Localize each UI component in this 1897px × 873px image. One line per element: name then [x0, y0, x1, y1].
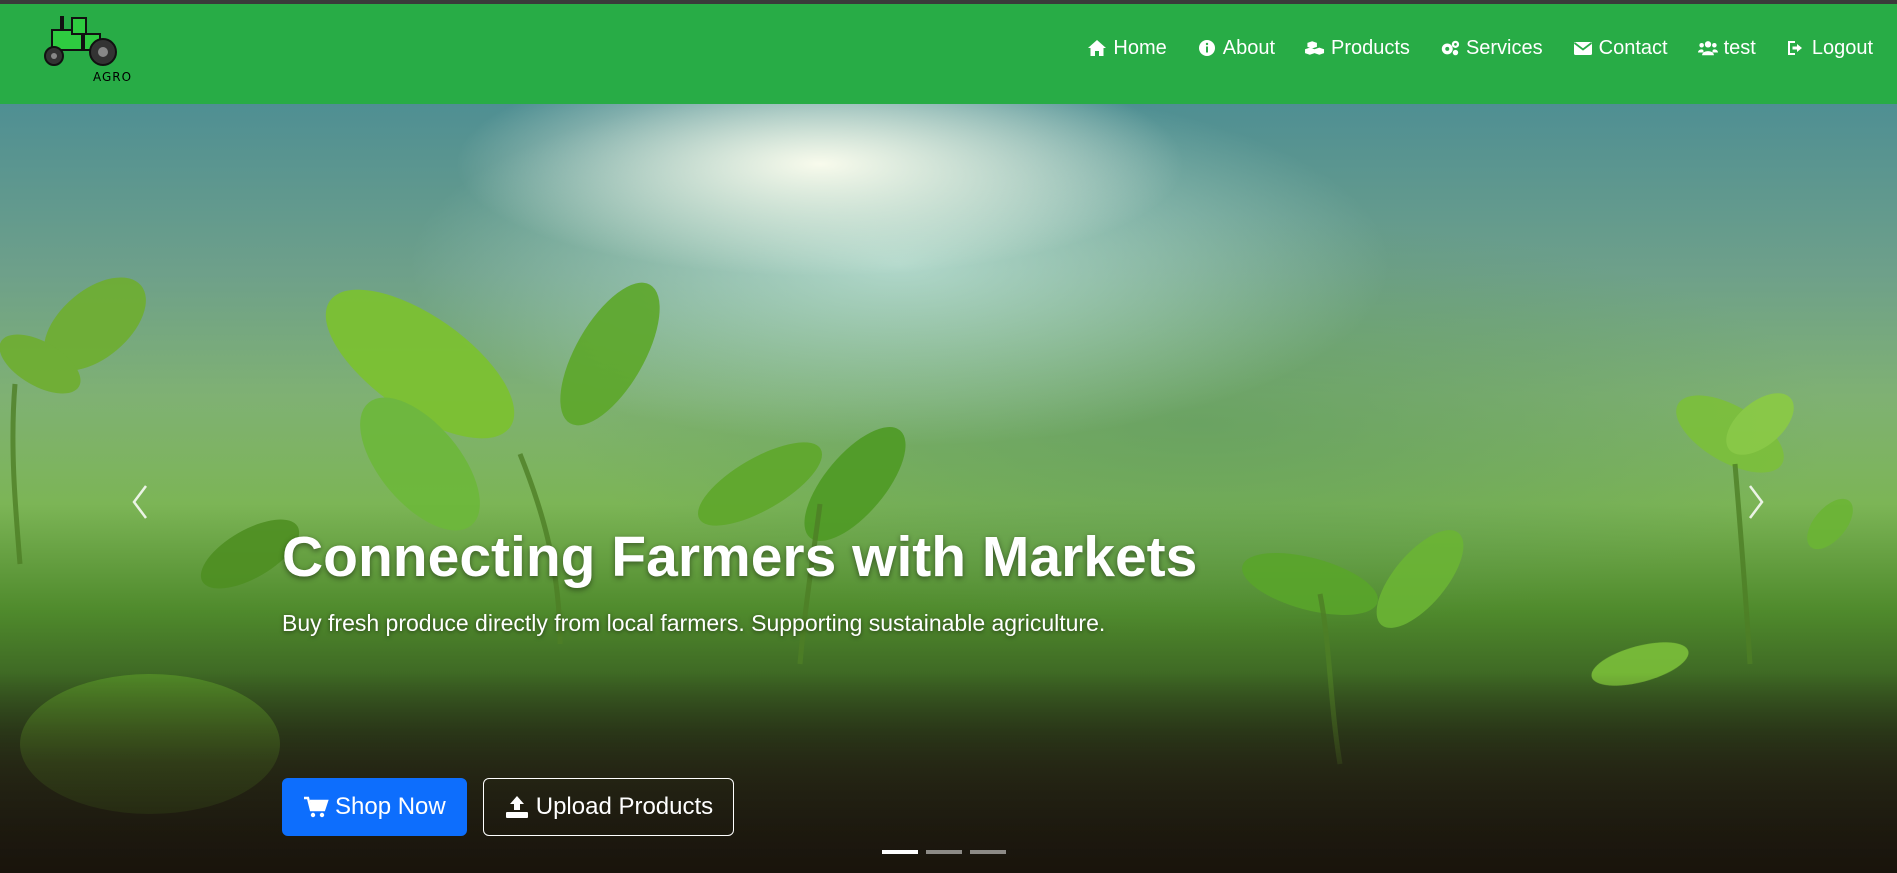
nav-label: Products [1331, 36, 1410, 59]
nav-item-products[interactable]: Products [1305, 37, 1410, 60]
main-nav: Home About Products Services Contact tes… [1087, 32, 1873, 64]
users-icon [1697, 41, 1718, 56]
nav-label: Logout [1811, 36, 1873, 59]
upload-products-button[interactable]: Upload Products [482, 778, 735, 836]
brand-logo-text: AGRO [93, 70, 133, 84]
nav-item-logout[interactable]: Logout [1786, 37, 1873, 60]
nav-label: Home [1113, 36, 1167, 59]
nav-item-home[interactable]: Home [1087, 36, 1167, 60]
hero-carousel [0, 104, 1897, 873]
nav-item-contact[interactable]: Contact [1573, 37, 1668, 60]
carousel-indicator-1[interactable] [882, 850, 918, 854]
chevron-left-icon [132, 485, 147, 519]
nav-label: Services [1465, 36, 1543, 59]
shop-now-button[interactable]: Shop Now [282, 778, 467, 836]
nav-item-services[interactable]: Services [1440, 37, 1543, 60]
tractor-icon [44, 16, 117, 66]
cart-icon [304, 796, 329, 818]
shop-now-label: Shop Now [335, 793, 446, 820]
nav-label: About [1222, 36, 1275, 59]
navbar: AGRO Home About Products Services Contac… [0, 4, 1897, 104]
cubes-icon [1305, 41, 1325, 55]
info-circle-icon [1198, 40, 1215, 56]
hero-subtitle: Buy fresh produce directly from local fa… [282, 610, 1106, 636]
hero-actions: Shop Now Upload Products [282, 778, 735, 836]
carousel-indicator-3[interactable] [970, 850, 1006, 854]
upload-products-label: Upload Products [535, 793, 714, 820]
chevron-right-icon [1749, 485, 1764, 519]
brand-logo[interactable]: AGRO [38, 12, 131, 84]
nav-label: test [1723, 36, 1756, 59]
sign-out-icon [1787, 41, 1802, 55]
carousel-next-button[interactable] [1736, 472, 1776, 532]
envelope-icon [1573, 42, 1592, 55]
carousel-prev-button[interactable] [120, 472, 160, 532]
hero-title: Connecting Farmers with Markets [282, 525, 1198, 589]
hero-caption: Connecting Farmers with Markets Buy fres… [282, 524, 1197, 637]
home-icon [1088, 40, 1107, 56]
nav-label: Contact [1598, 36, 1668, 59]
hero-soil-overlay [0, 673, 1897, 873]
carousel-indicators [882, 850, 1006, 854]
carousel-indicator-2[interactable] [926, 850, 962, 854]
nav-item-about[interactable]: About [1197, 37, 1275, 60]
nav-item-user[interactable]: test [1697, 36, 1756, 60]
cogs-icon [1441, 40, 1460, 56]
upload-icon [505, 796, 528, 818]
